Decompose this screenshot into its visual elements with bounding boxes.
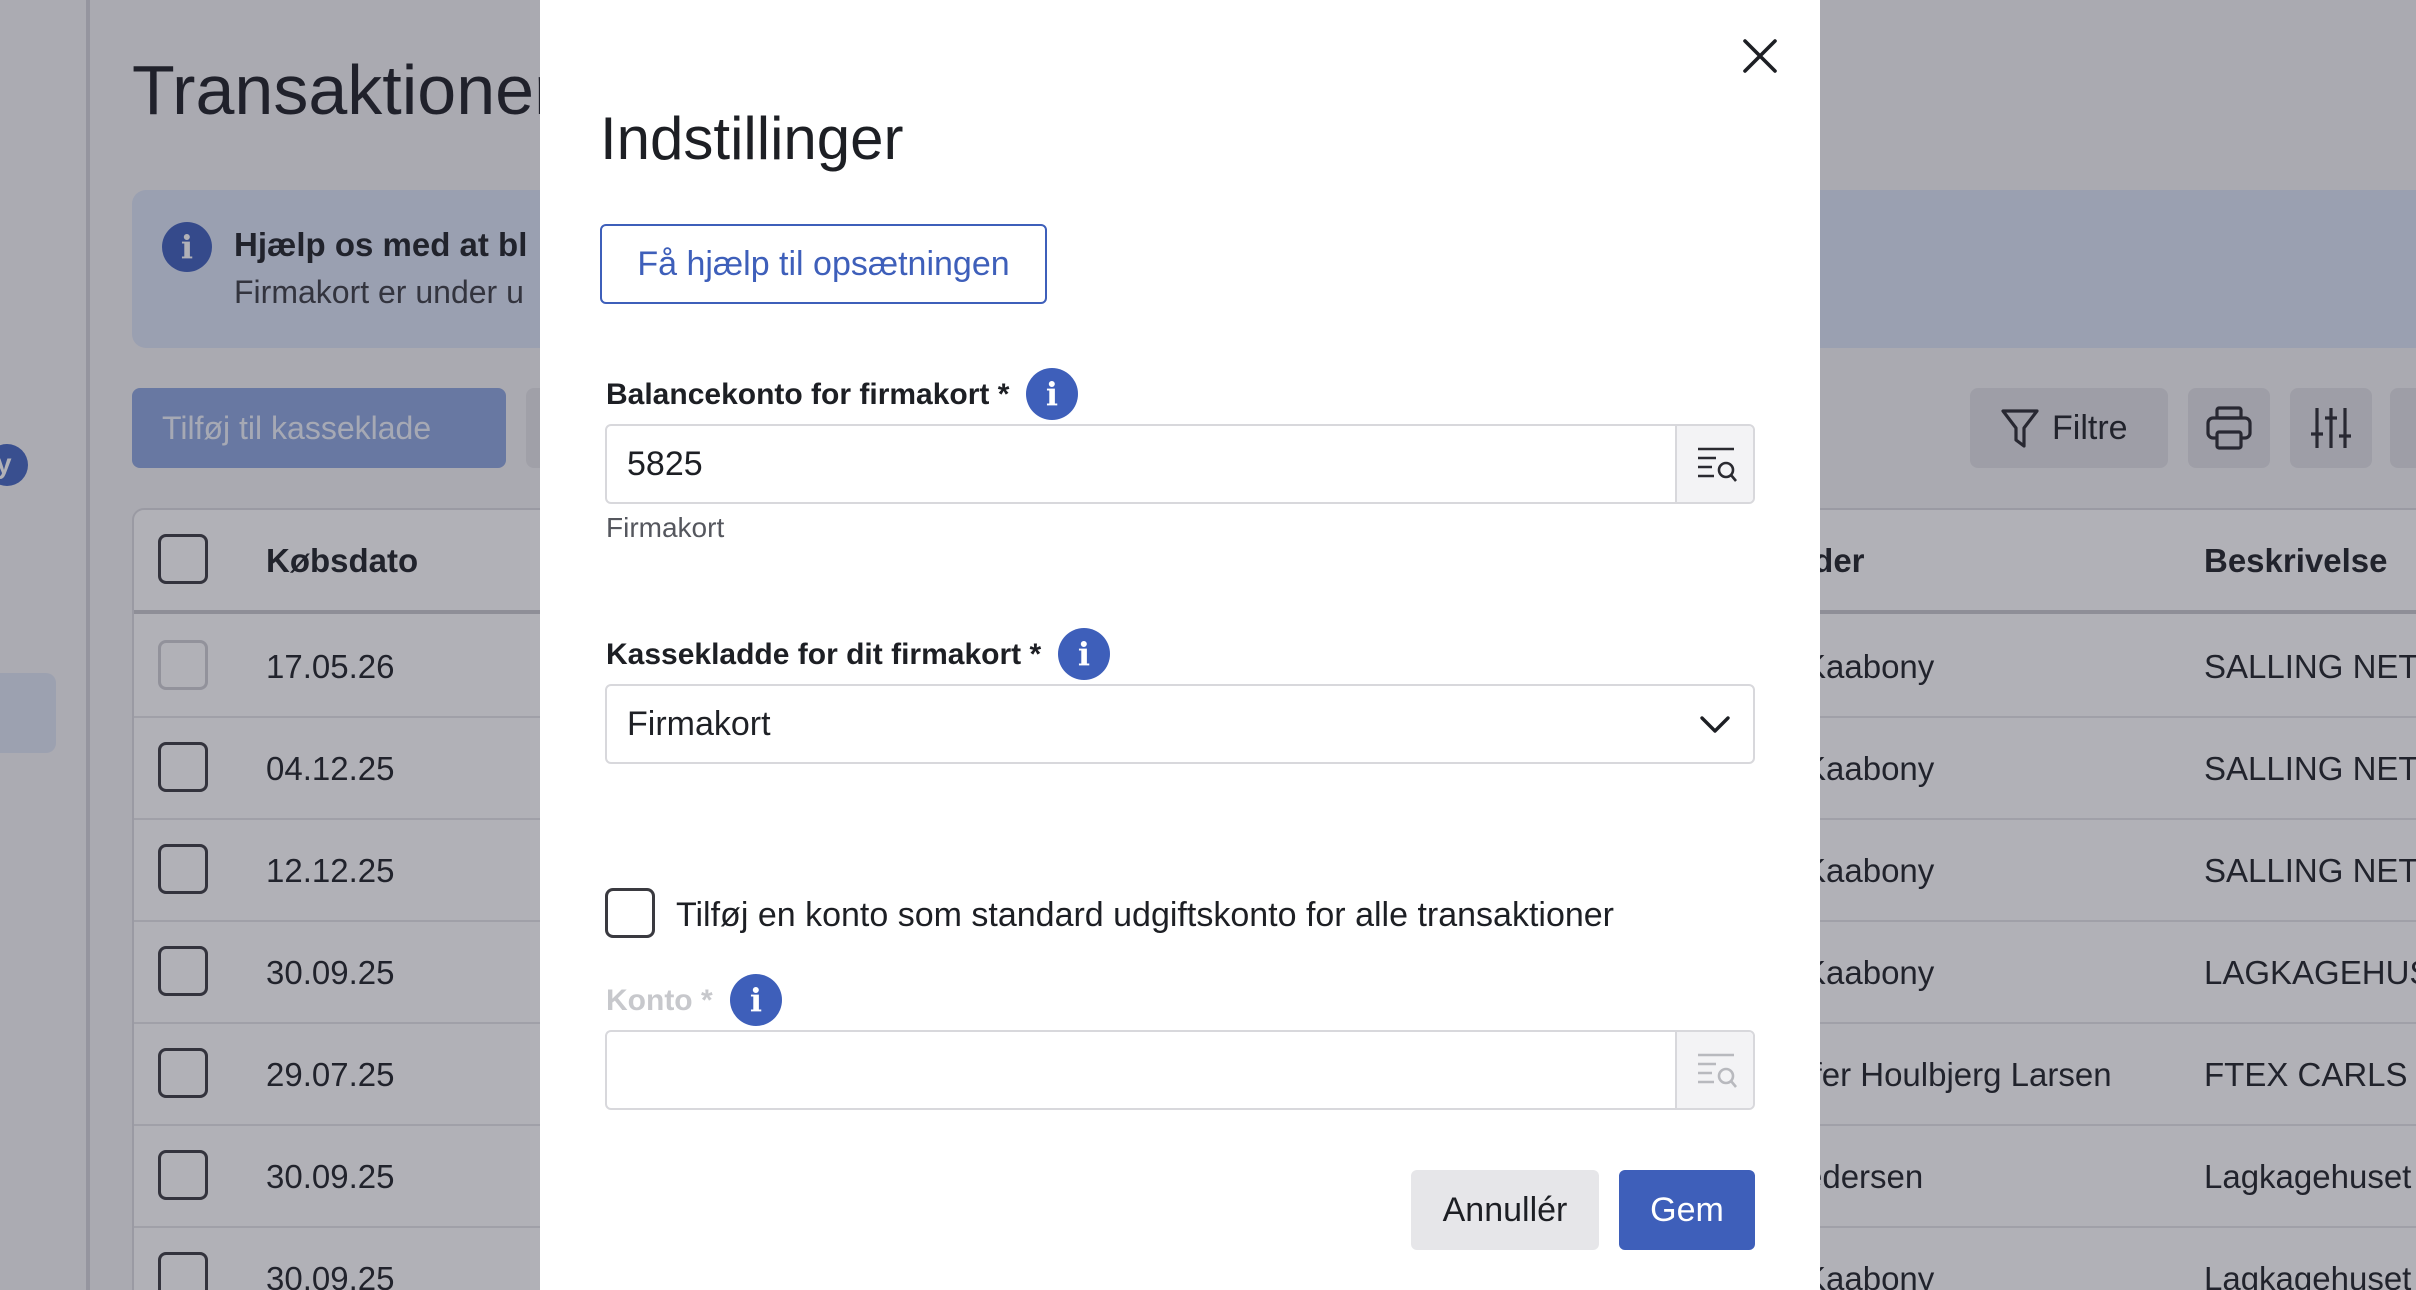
balance-account-hint: Firmakort <box>606 512 725 543</box>
account-field <box>605 1030 1755 1110</box>
balance-account-input[interactable] <box>607 426 1677 502</box>
account-input <box>607 1032 1677 1108</box>
save-button[interactable]: Gem <box>1619 1170 1755 1250</box>
info-icon[interactable]: i <box>1058 628 1110 680</box>
account-label: Konto * <box>606 984 713 1017</box>
journal-select[interactable]: Firmakort <box>605 684 1755 764</box>
default-account-checkbox[interactable] <box>605 888 655 938</box>
search-list-icon <box>1698 447 1737 482</box>
info-icon[interactable]: i <box>730 974 782 1026</box>
journal-label: Kassekladde for dit firmakort * <box>606 638 1042 671</box>
close-icon <box>1743 39 1777 73</box>
dialog-title: Indstillinger <box>600 105 904 172</box>
balance-account-lookup-button[interactable] <box>1675 426 1753 502</box>
settings-dialog: Indstillinger Få hjælp til opsætningen B… <box>540 0 1820 1290</box>
search-list-icon <box>1698 1053 1737 1088</box>
balance-account-label: Balancekonto for firmakort * <box>606 378 1010 411</box>
info-icon[interactable]: i <box>1026 368 1078 420</box>
setup-help-button[interactable]: Få hjælp til opsætningen <box>600 224 1047 304</box>
balance-account-field <box>605 424 1755 504</box>
cancel-button[interactable]: Annullér <box>1411 1170 1599 1250</box>
journal-select-value: Firmakort <box>627 705 771 743</box>
default-account-checkbox-label[interactable]: Tilføj en konto som standard udgiftskont… <box>676 896 1614 935</box>
chevron-down-icon <box>1700 716 1730 733</box>
close-button[interactable] <box>1736 32 1784 80</box>
account-lookup-button <box>1675 1032 1753 1108</box>
